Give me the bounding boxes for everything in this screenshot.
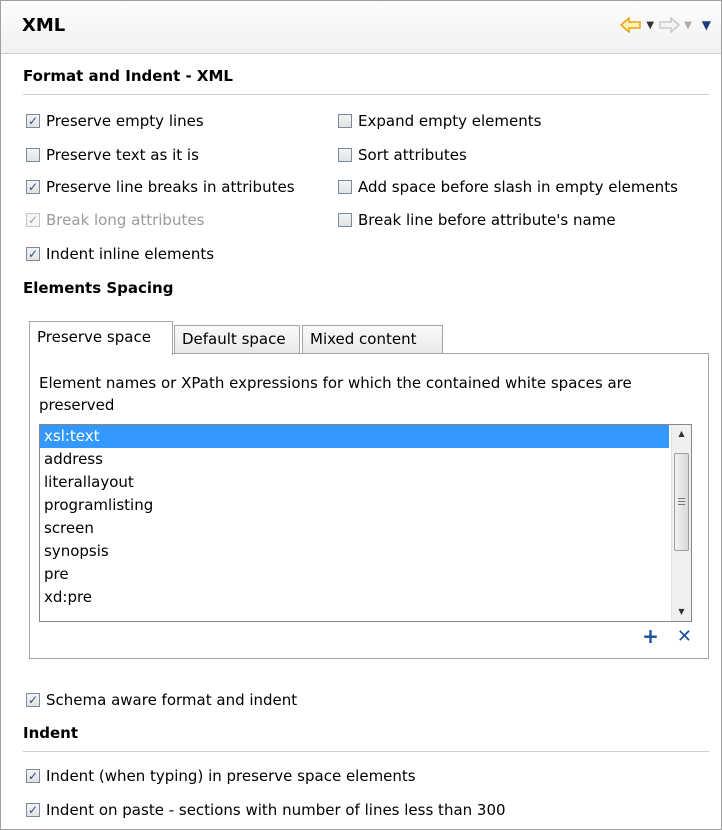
list-item[interactable]: synopsis (40, 540, 691, 563)
break-line-before-attribute-option[interactable]: Break line before attribute's name (338, 211, 616, 229)
option-label: Expand empty elements (358, 112, 542, 130)
view-menu-icon[interactable]: ▼ (702, 18, 711, 32)
element-names-list[interactable]: xsl:text address literallayout programli… (39, 424, 692, 622)
scroll-down-arrow-icon[interactable]: ▼ (672, 603, 691, 621)
checkbox-checked-icon[interactable]: ✓ (26, 803, 40, 817)
indent-when-typing-option[interactable]: ✓ Indent (when typing) in preserve space… (26, 767, 416, 785)
break-long-attributes-option: ✓ Break long attributes (26, 211, 204, 229)
remove-icon[interactable]: ✕ (677, 626, 692, 647)
page-title: XML (22, 15, 66, 36)
option-label: Break long attributes (46, 211, 205, 229)
option-label: Preserve empty lines (46, 112, 204, 130)
preferences-page: XML ▼ ▼ ▼ Format and Indent - XML ✓ Pres… (0, 0, 722, 830)
add-icon[interactable]: + (642, 624, 659, 648)
back-dropdown-icon[interactable]: ▼ (646, 20, 654, 31)
list-actions: + ✕ (642, 624, 692, 648)
scroll-up-arrow-icon[interactable]: ▲ (672, 425, 691, 443)
option-label: Break line before attribute's name (358, 211, 616, 229)
checkbox-unchecked-icon[interactable] (338, 213, 352, 227)
preserve-space-panel: Element names or XPath expressions for w… (29, 353, 709, 659)
indent-section-title: Indent (23, 724, 79, 742)
forward-dropdown-icon[interactable]: ▼ (684, 20, 692, 31)
checkbox-unchecked-icon[interactable] (338, 114, 352, 128)
option-label: Preserve line breaks in attributes (46, 178, 295, 196)
spacing-section-title: Elements Spacing (23, 279, 174, 297)
list-item[interactable]: xsl:text (40, 425, 669, 448)
preserve-empty-lines-option[interactable]: ✓ Preserve empty lines (26, 112, 204, 130)
expand-empty-elements-option[interactable]: Expand empty elements (338, 112, 541, 130)
add-space-before-slash-option[interactable]: Add space before slash in empty elements (338, 178, 678, 196)
panel-description: Element names or XPath expressions for w… (39, 374, 632, 414)
checkbox-checked-disabled-icon: ✓ (26, 213, 40, 227)
option-label: Indent on paste - sections with number o… (46, 801, 506, 819)
list-item[interactable]: pre (40, 563, 691, 586)
list-item[interactable]: screen (40, 517, 691, 540)
checkbox-unchecked-icon[interactable] (338, 180, 352, 194)
checkbox-checked-icon[interactable]: ✓ (26, 769, 40, 783)
checkbox-unchecked-icon[interactable] (338, 148, 352, 162)
preserve-line-breaks-option[interactable]: ✓ Preserve line breaks in attributes (26, 178, 295, 196)
option-label: Schema aware format and indent (46, 691, 298, 709)
divider (23, 751, 709, 752)
forward-button[interactable]: ▼ (658, 17, 692, 33)
checkbox-checked-icon[interactable]: ✓ (26, 180, 40, 194)
indent-inline-elements-option[interactable]: ✓ Indent inline elements (26, 245, 214, 263)
navigation-controls: ▼ ▼ ▼ (620, 17, 711, 33)
tab-preserve-space[interactable]: Preserve space (29, 321, 173, 355)
checkbox-checked-icon[interactable]: ✓ (26, 114, 40, 128)
divider (23, 94, 709, 95)
option-label: Indent inline elements (46, 245, 215, 263)
option-label: Add space before slash in empty elements (358, 178, 678, 196)
option-label: Preserve text as it is (46, 146, 199, 164)
checkbox-checked-icon[interactable]: ✓ (26, 247, 40, 261)
scrollbar-thumb[interactable] (674, 453, 689, 551)
tab-mixed-content[interactable]: Mixed content (302, 325, 443, 353)
list-item[interactable]: programlisting (40, 494, 691, 517)
checkbox-unchecked-icon[interactable] (26, 148, 40, 162)
indent-on-paste-option[interactable]: ✓ Indent on paste - sections with number… (26, 801, 506, 819)
list-item[interactable]: xd:pre (40, 586, 691, 609)
list-item[interactable]: literallayout (40, 471, 691, 494)
list-item[interactable]: address (40, 448, 691, 471)
tab-default-space[interactable]: Default space (174, 325, 300, 353)
format-section-title: Format and Indent - XML (23, 67, 233, 85)
option-label: Sort attributes (358, 146, 467, 164)
back-arrow-icon (620, 17, 642, 33)
schema-aware-option[interactable]: ✓ Schema aware format and indent (26, 691, 297, 709)
option-label: Indent (when typing) in preserve space e… (46, 767, 416, 785)
checkbox-checked-icon[interactable]: ✓ (26, 693, 40, 707)
forward-arrow-icon (659, 17, 681, 33)
sort-attributes-option[interactable]: Sort attributes (338, 146, 467, 164)
preserve-text-option[interactable]: Preserve text as it is (26, 146, 199, 164)
vertical-scrollbar[interactable]: ▲ ▼ (671, 425, 691, 621)
back-button[interactable]: ▼ (620, 17, 654, 33)
page-header: XML ▼ ▼ ▼ (1, 1, 721, 54)
